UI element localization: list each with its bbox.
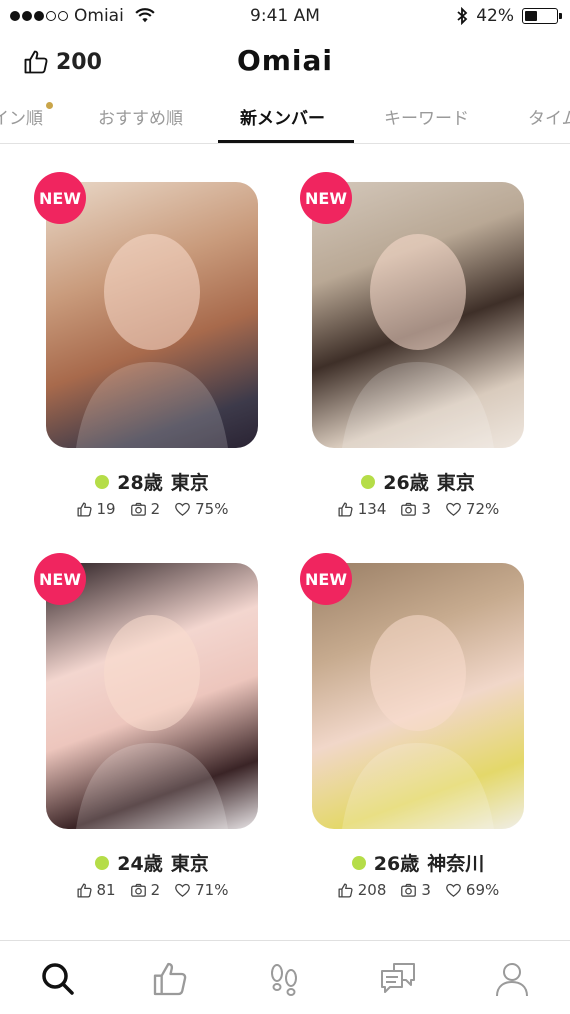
- tab-time[interactable]: タイム: [528, 104, 570, 129]
- profile-photo[interactable]: [46, 563, 258, 829]
- profile-location: 東京: [170, 472, 209, 494]
- thumbs-up-icon: [76, 501, 92, 517]
- new-badge: NEW: [34, 172, 86, 224]
- photo-count: 2: [150, 500, 161, 518]
- likes-count: 134: [357, 500, 387, 518]
- profile-stats: 81 2 71%: [46, 881, 258, 899]
- thumbs-up-icon: [338, 882, 353, 898]
- person-photo-icon: [342, 234, 494, 448]
- heart-icon: [446, 883, 461, 897]
- profile-stats: 19 2 75%: [46, 500, 258, 518]
- person-photo-icon: [342, 615, 494, 829]
- footprints-icon: [271, 964, 297, 996]
- likes-count: 208: [357, 881, 387, 899]
- profile-stats: 208 3 69%: [312, 881, 524, 899]
- new-badge: NEW: [34, 553, 86, 605]
- online-status-dot: [361, 474, 376, 489]
- profile-location: 東京: [170, 853, 209, 875]
- profile-summary: 26歳 神奈川: [312, 849, 524, 876]
- tabbar-profile[interactable]: [490, 957, 534, 1001]
- like-icon: [153, 962, 187, 996]
- photo-count: 3: [421, 881, 431, 899]
- profile-summary: 26歳 東京: [312, 468, 524, 495]
- photo-count: 3: [421, 500, 431, 518]
- likes-count: 19: [96, 500, 116, 518]
- messages-icon: [381, 963, 415, 993]
- tab-notification-dot: [46, 102, 53, 109]
- thumbs-up-icon: [338, 501, 353, 517]
- camera-icon: [401, 883, 417, 897]
- profile-age: 28歳: [117, 472, 163, 494]
- profile-summary: 28歳 東京: [46, 468, 258, 495]
- photo-count: 2: [150, 881, 161, 899]
- tabbar-search[interactable]: [36, 957, 80, 1001]
- app-logo: Omiai: [236, 44, 334, 77]
- bluetooth-icon: [457, 7, 468, 25]
- profile-stats: 134 3 72%: [312, 500, 524, 518]
- likes-count: 81: [96, 881, 116, 899]
- camera-icon: [130, 502, 146, 516]
- header: 200 Omiai: [0, 34, 570, 90]
- person-photo-icon: [76, 615, 228, 829]
- heart-icon: [446, 502, 461, 516]
- new-badge: NEW: [300, 553, 352, 605]
- heart-icon: [175, 502, 191, 516]
- online-status-dot: [351, 855, 366, 870]
- person-photo-icon: [76, 234, 228, 448]
- tab-keyword[interactable]: キーワード: [384, 104, 469, 129]
- profile-location: 東京: [436, 472, 475, 494]
- status-right: 42%: [456, 6, 562, 26]
- tab-new-members[interactable]: 新メンバー: [240, 104, 325, 129]
- online-status-dot: [95, 474, 110, 489]
- profile-age: 24歳: [117, 853, 163, 875]
- profile-photo[interactable]: [46, 182, 258, 448]
- profile-photo[interactable]: [312, 182, 524, 448]
- match-percent: 71%: [195, 881, 229, 899]
- profile-location: 神奈川: [427, 853, 485, 875]
- sort-tabs: イン順 おすすめ順 新メンバー キーワード タイム: [0, 94, 570, 144]
- heart-icon: [175, 883, 191, 897]
- camera-icon: [401, 502, 417, 516]
- profile-icon: [496, 963, 528, 997]
- profile-age: 26歳: [383, 472, 429, 494]
- profile-summary: 24歳 東京: [46, 849, 258, 876]
- tabbar-footprints[interactable]: [262, 957, 306, 1001]
- tabbar-likes[interactable]: [148, 957, 192, 1001]
- match-percent: 72%: [465, 500, 500, 518]
- active-tab-indicator: [218, 140, 354, 143]
- new-badge: NEW: [300, 172, 352, 224]
- profile-age: 26歳: [373, 853, 420, 875]
- online-status-dot: [95, 855, 110, 870]
- tabbar-messages[interactable]: [376, 957, 420, 1001]
- battery-percent: 42%: [476, 6, 514, 26]
- tab-login-order[interactable]: イン順: [0, 104, 43, 129]
- tab-recommended[interactable]: おすすめ順: [98, 104, 183, 129]
- match-percent: 69%: [465, 881, 500, 899]
- status-bar: Omiai 9:41 AM 42%: [0, 0, 570, 34]
- match-percent: 75%: [195, 500, 229, 518]
- bottom-tab-bar: [0, 940, 570, 1014]
- thumbs-up-icon: [76, 882, 92, 898]
- profile-photo[interactable]: [312, 563, 524, 829]
- battery-icon: [522, 8, 562, 24]
- camera-icon: [130, 883, 146, 897]
- search-icon: [42, 963, 74, 995]
